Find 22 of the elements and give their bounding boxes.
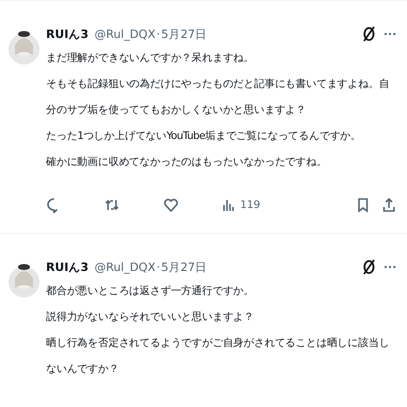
separator: · bbox=[156, 260, 160, 274]
tweet-text: たった1つしか上げてないYouTube垢までご覧になってるんですか。 bbox=[46, 129, 362, 144]
separator: · bbox=[156, 27, 160, 41]
display-name[interactable]: RUIん3 bbox=[46, 26, 88, 42]
tweet-text: 都合が悪いところは返さず一方通行ですか。 bbox=[46, 284, 256, 299]
handle[interactable]: @Rul_DQX bbox=[94, 27, 156, 41]
slashed-circle-icon[interactable] bbox=[361, 26, 377, 42]
tweet-text: 確かに動画に収めてなかったのはもったいなかったですね。 bbox=[46, 155, 328, 170]
repost-button[interactable] bbox=[104, 197, 120, 213]
display-name[interactable]: RUIん3 bbox=[46, 260, 88, 274]
tweet-text: そもそも記録狙いの為だけにやったものだと記事にも書いてますよね。自分のサブ垢を使っててもおかしくないかと思いますよ？ bbox=[46, 77, 390, 118]
slashed-circle-icon[interactable] bbox=[361, 259, 377, 275]
views-button[interactable]: 119 bbox=[221, 197, 260, 213]
handle[interactable]: @Rul_DQX bbox=[94, 260, 156, 274]
tweet-text: 説得力がないならそれでいいと思いますよ？ bbox=[46, 310, 256, 325]
tweet-text: まだ理解ができないんですか？呆れますね。 bbox=[46, 51, 256, 66]
timestamp[interactable]: 5月27日 bbox=[161, 26, 208, 42]
share-button[interactable] bbox=[381, 197, 397, 213]
timestamp[interactable]: 5月27日 bbox=[161, 260, 208, 274]
like-button[interactable] bbox=[162, 197, 179, 213]
bookmark-button[interactable] bbox=[355, 197, 371, 213]
tweet-text: 晒し行為を否定されてるようですがご自身がされてることは晒しに該当しないんですか？ bbox=[46, 336, 390, 377]
